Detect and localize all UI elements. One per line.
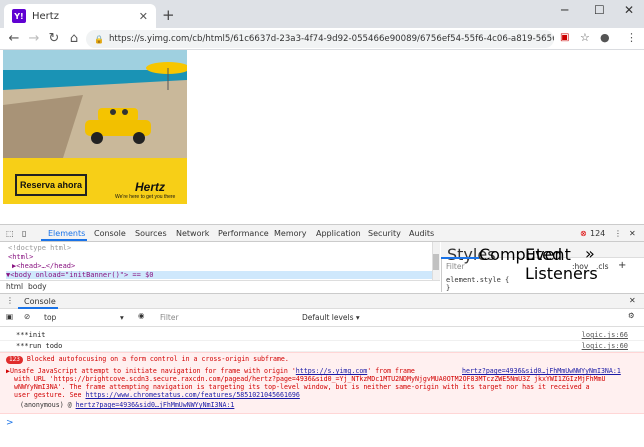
tab-console[interactable]: Console [94, 229, 126, 238]
hov-toggle[interactable]: :hov [572, 262, 588, 271]
drawer-menu-icon[interactable]: ⋮ [6, 296, 14, 305]
reserva-ahora-button[interactable]: Reserva ahora [15, 174, 87, 196]
console-message: ***init logic.js:66 [0, 330, 644, 341]
context-dropdown-icon[interactable]: ▾ [120, 313, 124, 322]
breadcrumb: html body [0, 280, 440, 292]
tab-application[interactable]: Application [316, 229, 361, 238]
console-error-group: 123 Blocked autofocusing on a form contr… [0, 352, 644, 414]
close-tab-icon[interactable]: ✕ [139, 10, 148, 23]
tab-security[interactable]: Security [368, 229, 401, 238]
clear-console-icon[interactable]: ⊘ [24, 312, 30, 321]
blocked-popup-icon[interactable]: ▣ [560, 32, 569, 43]
reload-icon[interactable]: ↻ [44, 31, 64, 46]
add-rule-icon[interactable]: + [618, 260, 626, 271]
message-text: ***init [16, 331, 46, 339]
breadcrumb-body[interactable]: body [28, 282, 47, 291]
address-bar[interactable]: 🔒 https://s.yimg.com/cb/html5/61c6637d-2… [86, 30, 554, 48]
beach-car-image [3, 50, 187, 158]
stack-link[interactable]: hertz?page=4936&sid0…jFhMmUwNWYyNmI3NA:1 [76, 401, 235, 409]
message-source-link[interactable]: logic.js:60 [582, 342, 628, 350]
message-source-link[interactable]: logic.js:66 [582, 331, 628, 339]
maximize-icon[interactable]: ☐ [594, 3, 605, 17]
new-tab-icon[interactable]: + [162, 6, 175, 24]
home-icon[interactable]: ⌂ [64, 31, 84, 46]
profile-icon[interactable]: ● [600, 31, 610, 44]
devtools-tab-bar: ⬚ ▯ Elements Console Sources Network Per… [0, 224, 644, 242]
sidebar-toggle-icon[interactable]: ▣ [6, 312, 13, 321]
star-icon[interactable]: ☆ [580, 31, 590, 44]
tab-network[interactable]: Network [176, 229, 209, 238]
styles-filter-input[interactable]: Filter [446, 262, 465, 271]
error-text: user gesture. See [14, 391, 82, 399]
elements-tree[interactable]: <!doctype html> <html> ▶<head>…</head> ▼… [0, 242, 440, 282]
chromestatus-link[interactable]: https://www.chromestatus.com/features/58… [85, 391, 299, 399]
html-line[interactable]: <html> [8, 253, 33, 261]
tab-memory[interactable]: Memory [274, 229, 307, 238]
inspect-element-icon[interactable]: ⬚ [6, 229, 14, 238]
active-tab-indicator [41, 239, 87, 241]
error-count-badge: 123 [6, 356, 23, 364]
console-settings-icon[interactable]: ⚙ [628, 311, 635, 320]
console-drawer-bar: ⋮ Console ✕ [0, 293, 644, 309]
log-levels-dropdown[interactable]: Default levels ▾ [302, 313, 360, 322]
error-message: Blocked autofocusing on a form control i… [26, 355, 289, 363]
yahoo-favicon-icon: Y! [12, 9, 26, 23]
url-text: https://s.yimg.com/cb/html5/61c6637d-23a… [108, 34, 554, 44]
lock-icon: 🔒 [94, 34, 104, 44]
hertz-logo: Hertz [135, 180, 166, 194]
tab-elements[interactable]: Elements [48, 229, 85, 238]
doctype-line[interactable]: <!doctype html> [8, 244, 71, 252]
console-message: ***run todo logic.js:60 [0, 341, 644, 352]
tab-performance[interactable]: Performance [218, 229, 269, 238]
styles-tab-indicator [441, 257, 479, 259]
tab-title: Hertz [32, 10, 59, 22]
console-toolbar: ▣ ⊘ top ▾ ◉ Filter Default levels ▾ ⚙ [0, 309, 644, 327]
error-line-5: user gesture. See https://www.chromestat… [14, 391, 300, 400]
close-drawer-icon[interactable]: ✕ [629, 296, 636, 305]
cls-toggle[interactable]: .cls [596, 262, 609, 271]
close-window-icon[interactable]: ✕ [624, 3, 634, 17]
live-expression-icon[interactable]: ◉ [138, 311, 145, 320]
elements-scroll-thumb[interactable] [433, 254, 439, 270]
stack-trace-line: (anonymous) @ hertz?page=4936&sid0…jFhMm… [20, 401, 234, 410]
devtools-menu-icon[interactable]: ⋮ [614, 229, 622, 238]
error-icon[interactable]: ⊗ [580, 229, 587, 238]
error-text: ▶Unsafe JavaScript attempt to initiate n… [6, 367, 296, 375]
forward-icon[interactable]: → [24, 31, 44, 46]
more-tabs-icon[interactable]: » [585, 244, 595, 263]
body-line[interactable]: ▼<body onload="initBanner()"> == $0 [6, 271, 440, 279]
tab-sources[interactable]: Sources [135, 229, 167, 238]
browser-window: Y! Hertz ✕ + ─ ☐ ✕ ← → ↻ ⌂ 🔒 https://s.y… [0, 0, 644, 447]
head-line[interactable]: ▶<head>…</head> [12, 262, 75, 270]
hertz-ad-banner[interactable]: Reserva ahora Hertz We're here to get yo… [3, 50, 187, 204]
tab-console-drawer[interactable]: Console [24, 297, 56, 306]
close-devtools-icon[interactable]: ✕ [629, 229, 636, 238]
element-style-rule[interactable]: element.style { [446, 276, 509, 284]
message-text: ***run todo [16, 342, 63, 350]
tab-hertz[interactable]: Y! Hertz ✕ [4, 4, 156, 28]
console-filter-input[interactable]: Filter [160, 313, 179, 322]
hertz-tagline: We're here to get you there [115, 194, 176, 200]
console-prompt[interactable]: > [6, 418, 14, 428]
device-toolbar-icon[interactable]: ▯ [22, 229, 26, 238]
error-count[interactable]: 124 [590, 229, 605, 238]
menu-icon[interactable]: ⋮ [626, 31, 637, 44]
origin-link[interactable]: https://s.yimg.com [296, 367, 367, 375]
element-style-close: } [446, 284, 451, 292]
back-icon[interactable]: ← [4, 31, 24, 46]
minimize-icon[interactable]: ─ [561, 3, 568, 17]
styles-tab-bar: Styles Computed Event Listeners » [441, 242, 644, 283]
breadcrumb-html[interactable]: html [6, 282, 23, 291]
stack-text: (anonymous) @ [20, 401, 72, 409]
tab-audits[interactable]: Audits [409, 229, 434, 238]
error-text: ' from frame [367, 367, 415, 375]
context-selector[interactable]: top [44, 313, 56, 322]
error-line-1: 123 Blocked autofocusing on a form contr… [6, 355, 289, 364]
